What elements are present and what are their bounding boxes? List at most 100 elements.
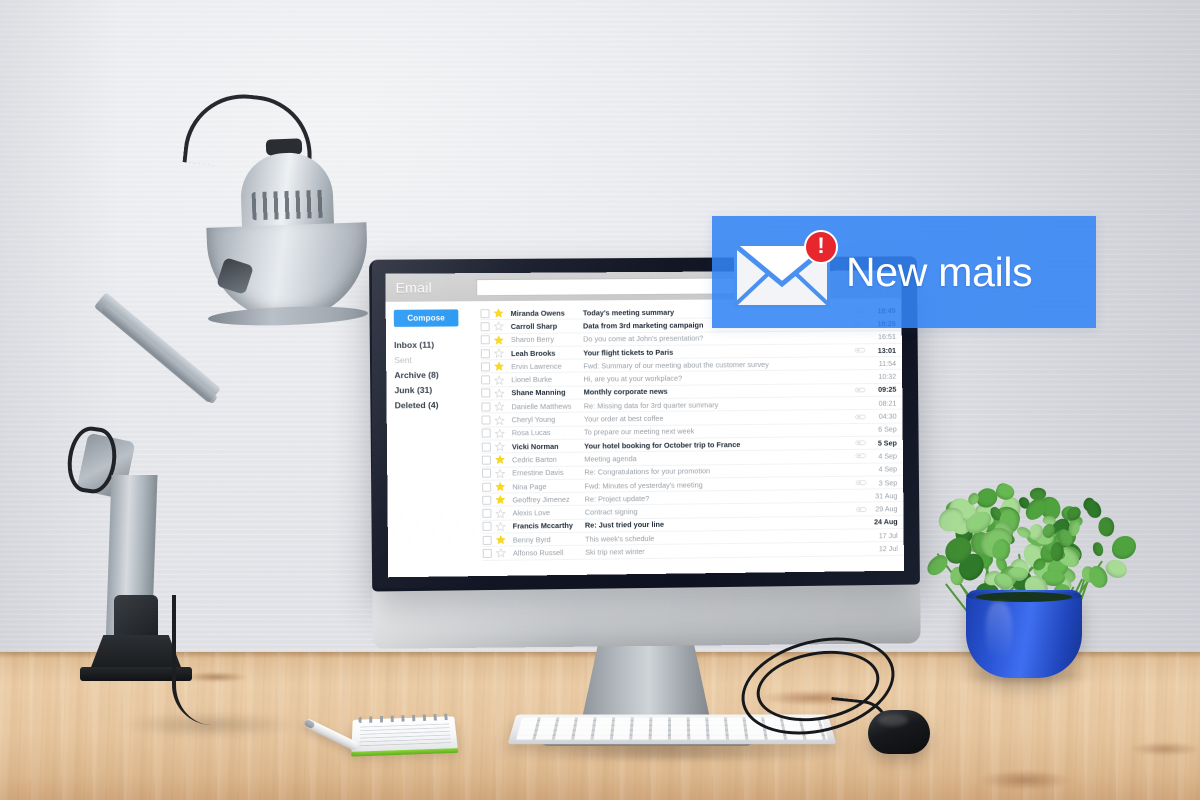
star-filled-icon[interactable]	[495, 495, 505, 505]
star-outline-icon[interactable]	[495, 442, 505, 452]
wood-knot	[980, 770, 1070, 790]
sidebar: Compose Inbox (11) Sent Archive (8) Junk (3…	[385, 301, 483, 578]
message-sender: Vicki Norman	[511, 441, 559, 451]
star-outline-icon[interactable]	[496, 522, 506, 532]
message-checkbox[interactable]	[482, 535, 492, 545]
star-outline-icon[interactable]	[494, 388, 504, 398]
new-mail-notification-banner[interactable]: ! New mails	[712, 216, 1096, 328]
star-outline-icon[interactable]	[494, 348, 504, 358]
star-filled-icon[interactable]	[494, 362, 504, 372]
message-timestamp: 11:54	[878, 358, 897, 368]
attachment-icon	[853, 440, 867, 446]
sidebar-folder-deleted[interactable]: Deleted (4)	[395, 399, 482, 410]
message-checkbox[interactable]	[480, 348, 490, 358]
keyboard-shadow	[516, 748, 832, 762]
lamp-cord	[172, 595, 236, 725]
star-outline-icon[interactable]	[495, 468, 505, 478]
mouse[interactable]	[868, 710, 930, 754]
message-sender: Leah Brooks	[510, 348, 556, 358]
star-filled-icon[interactable]	[493, 308, 503, 318]
message-checkbox[interactable]	[481, 402, 491, 412]
message-subject: Monthly corporate news	[583, 387, 668, 397]
message-checkbox[interactable]	[481, 388, 491, 398]
message-timestamp: 3 Sep	[878, 477, 898, 487]
message-checkbox[interactable]	[480, 362, 491, 372]
sidebar-folder-junk[interactable]: Junk (31)	[394, 384, 481, 395]
message-checkbox[interactable]	[482, 522, 492, 532]
plant-pot	[966, 590, 1082, 678]
message-timestamp: 5 Sep	[877, 438, 897, 448]
attachment-icon	[853, 387, 867, 393]
message-timestamp: 31 Aug	[875, 491, 898, 501]
plant-soil	[976, 592, 1072, 602]
star-filled-icon[interactable]	[495, 482, 505, 492]
attachment-icon	[854, 480, 868, 486]
plant-leaf	[1111, 536, 1137, 560]
lamp-clamp	[114, 595, 158, 641]
message-checkbox[interactable]	[481, 415, 491, 425]
message-timestamp: 17 Jul	[878, 530, 898, 540]
message-subject: Re: Congratulations for your promotion	[584, 466, 711, 477]
message-sender: Rosa Lucas	[511, 428, 551, 438]
sidebar-folder-archive[interactable]: Archive (8)	[394, 369, 481, 380]
message-subject: Fwd: Minutes of yesterday's meeting	[584, 479, 703, 491]
message-sender: Lionel Burke	[511, 374, 553, 385]
message-subject: Your hotel booking for October trip to F…	[584, 439, 741, 451]
spiral-notebook	[351, 713, 459, 757]
message-checkbox[interactable]	[481, 428, 491, 438]
plant-leaf	[1091, 541, 1104, 557]
star-outline-icon[interactable]	[494, 322, 504, 332]
star-outline-icon[interactable]	[495, 415, 505, 425]
desk-lamp	[60, 75, 380, 737]
message-checkbox[interactable]	[482, 482, 492, 492]
message-sender: Alfonso Russell	[512, 547, 564, 558]
message-sender: Cheryl Young	[511, 414, 556, 425]
message-checkbox[interactable]	[480, 335, 490, 345]
star-outline-icon[interactable]	[494, 402, 504, 412]
message-subject: Fwd: Summary of our meeting about the cu…	[583, 359, 769, 371]
star-outline-icon[interactable]	[494, 375, 504, 385]
message-checkbox[interactable]	[481, 375, 491, 385]
message-checkbox[interactable]	[482, 495, 492, 505]
message-checkbox[interactable]	[481, 468, 492, 478]
star-outline-icon[interactable]	[495, 508, 505, 518]
message-sender: Francis Mccarthy	[512, 521, 573, 531]
star-outline-icon[interactable]	[495, 428, 505, 438]
message-checkbox[interactable]	[480, 322, 490, 332]
sidebar-folder-sent[interactable]: Sent	[394, 354, 481, 365]
compose-button[interactable]: Compose	[393, 309, 459, 327]
message-sender: Geoffrey Jimenez	[512, 494, 570, 505]
lamp-vents	[251, 189, 325, 221]
message-subject: This week's schedule	[585, 533, 655, 544]
alert-badge: !	[804, 230, 838, 264]
attachment-icon	[853, 453, 867, 459]
attachment-icon	[852, 347, 866, 353]
message-subject: Contract signing	[584, 507, 638, 517]
message-checkbox[interactable]	[481, 455, 491, 465]
lamp-upper-arm-shadow	[101, 304, 218, 405]
mouse-highlight	[878, 714, 908, 726]
message-timestamp: 09:25	[878, 385, 897, 395]
message-checkbox[interactable]	[482, 548, 492, 558]
notebook-ruled-lines	[359, 720, 452, 747]
message-timestamp: 16:51	[877, 332, 896, 342]
message-subject: To prepare our meeting next week	[583, 426, 695, 437]
message-timestamp: 10:32	[878, 371, 897, 382]
message-sender: Sharon Berry	[510, 334, 555, 345]
message-sender: Miranda Owens	[510, 308, 565, 318]
message-timestamp: 04:30	[878, 411, 897, 421]
message-checkbox[interactable]	[480, 308, 490, 318]
star-outline-icon[interactable]	[496, 548, 506, 558]
star-filled-icon[interactable]	[494, 335, 504, 345]
sidebar-folder-inbox[interactable]: Inbox (11)	[394, 339, 481, 350]
star-filled-icon[interactable]	[496, 535, 506, 545]
lamp-shade-lip	[207, 304, 369, 328]
message-sender: Danielle Matthews	[511, 401, 572, 411]
message-checkbox[interactable]	[481, 442, 491, 452]
message-checkbox[interactable]	[482, 508, 492, 518]
attachment-icon	[853, 413, 867, 419]
message-subject: Do you come at John's presentation?	[583, 333, 704, 344]
star-filled-icon[interactable]	[495, 455, 505, 465]
plant-leaf	[1096, 515, 1116, 538]
message-sender: Benny Byrd	[512, 534, 551, 545]
